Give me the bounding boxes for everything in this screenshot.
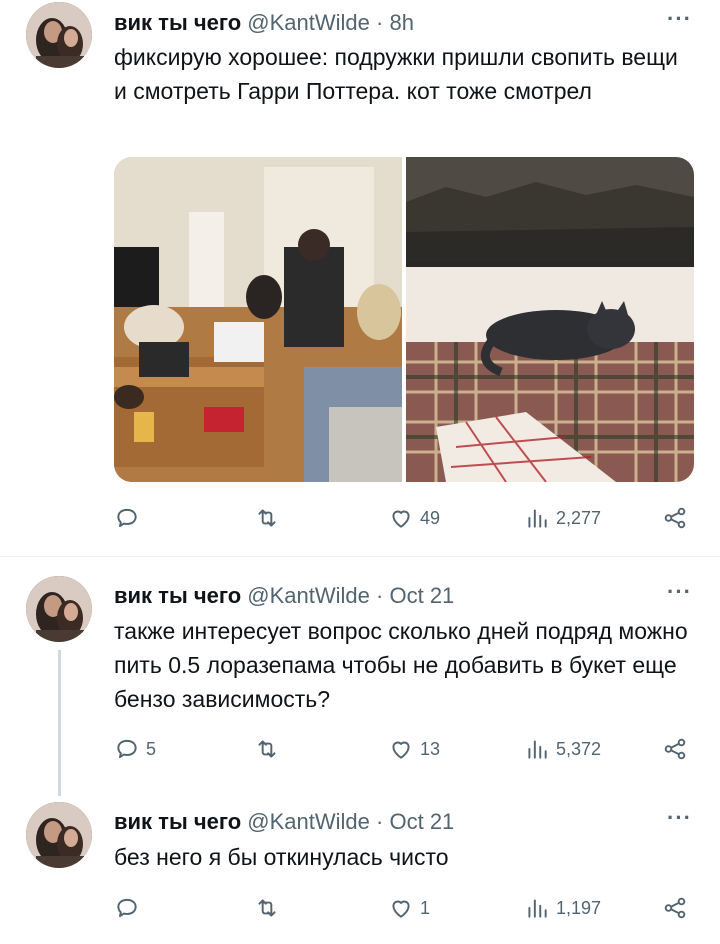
reply-button[interactable] xyxy=(114,895,146,921)
retweet-button[interactable] xyxy=(254,505,286,531)
retweet-icon xyxy=(258,899,276,917)
cat-image xyxy=(406,157,694,482)
user-handle[interactable]: @KantWilde xyxy=(247,10,370,35)
reply-icon xyxy=(117,898,137,918)
user-handle[interactable]: @KantWilde xyxy=(247,583,370,608)
like-button[interactable]: 13 xyxy=(388,736,440,762)
tweet-actions: 1 1,197 xyxy=(114,895,698,925)
retweet-button[interactable] xyxy=(254,895,286,921)
separator-dot: · xyxy=(376,10,384,35)
like-icon xyxy=(392,900,410,918)
avatar[interactable] xyxy=(26,802,92,868)
share-icon xyxy=(664,507,686,529)
tweet-header: вик ты чего @KantWilde · Oct 21 xyxy=(114,809,454,835)
reply-button[interactable] xyxy=(114,505,146,531)
reply-button[interactable]: 5 xyxy=(114,736,156,762)
avatar-image xyxy=(26,576,92,642)
like-button[interactable]: 1 xyxy=(388,895,430,921)
views-icon xyxy=(528,509,547,528)
room-image xyxy=(114,157,402,482)
more-options-button[interactable]: ··· xyxy=(667,6,692,32)
views-icon xyxy=(528,899,547,918)
like-button[interactable]: 49 xyxy=(388,505,440,531)
share-button[interactable] xyxy=(662,505,688,531)
reply-count: 5 xyxy=(146,738,157,759)
tweet-2[interactable]: вик ты чего @KantWilde · Oct 21 ··· такж… xyxy=(0,574,720,796)
more-options-button[interactable]: ··· xyxy=(667,805,692,831)
tweet-actions: 49 2,277 xyxy=(114,505,698,535)
like-count: 1 xyxy=(420,897,431,918)
like-icon xyxy=(392,741,410,759)
reply-icon xyxy=(117,508,137,528)
avatar-image xyxy=(26,802,92,868)
divider xyxy=(0,556,720,557)
more-options-button[interactable]: ··· xyxy=(667,579,692,605)
views-count: 5,372 xyxy=(556,738,602,759)
views-count: 1,197 xyxy=(556,897,602,918)
tweet-text: фиксирую хорошее: подружки пришли свопит… xyxy=(114,44,678,104)
share-icon xyxy=(664,738,686,760)
tweet-header: вик ты чего @KantWilde · Oct 21 xyxy=(114,583,454,609)
thread-connector xyxy=(58,650,61,796)
retweet-icon xyxy=(258,509,276,527)
avatar[interactable] xyxy=(26,2,92,68)
views-count: 2,277 xyxy=(556,507,602,528)
display-name[interactable]: вик ты чего xyxy=(114,10,241,35)
like-icon xyxy=(392,510,410,528)
user-handle[interactable]: @KantWilde xyxy=(247,809,370,834)
tweet-media[interactable] xyxy=(114,157,694,482)
photo-cat-couch[interactable] xyxy=(406,157,694,482)
share-icon xyxy=(664,897,686,919)
views-button[interactable]: 1,197 xyxy=(524,895,601,921)
like-count: 49 xyxy=(420,507,441,528)
like-count: 13 xyxy=(420,738,441,759)
share-button[interactable] xyxy=(662,895,688,921)
avatar[interactable] xyxy=(26,576,92,642)
timestamp[interactable]: Oct 21 xyxy=(389,583,454,608)
avatar-image xyxy=(26,2,92,68)
views-button[interactable]: 5,372 xyxy=(524,736,601,762)
views-icon xyxy=(528,740,547,759)
separator-dot: · xyxy=(376,583,384,608)
display-name[interactable]: вик ты чего xyxy=(114,583,241,608)
retweet-button[interactable] xyxy=(254,736,286,762)
reply-icon xyxy=(117,739,137,759)
timestamp[interactable]: Oct 21 xyxy=(389,809,454,834)
separator-dot: · xyxy=(376,809,384,834)
tweet-text: без него я бы откинулась чисто xyxy=(114,844,449,870)
retweet-icon xyxy=(258,740,276,758)
display-name[interactable]: вик ты чего xyxy=(114,809,241,834)
tweet-text: также интересует вопрос сколько дней под… xyxy=(114,618,688,712)
tweet-actions: 5 13 5,372 xyxy=(114,736,698,766)
tweet-header: вик ты чего @KantWilde · 8h xyxy=(114,10,414,36)
timestamp[interactable]: 8h xyxy=(389,10,413,35)
photo-friends-room[interactable] xyxy=(114,157,402,482)
tweet-3[interactable]: вик ты чего @KantWilde · Oct 21 ··· без … xyxy=(0,800,720,944)
tweet-1[interactable]: вик ты чего @KantWilde · 8h ··· фиксирую… xyxy=(0,0,720,552)
share-button[interactable] xyxy=(662,736,688,762)
views-button[interactable]: 2,277 xyxy=(524,505,601,531)
